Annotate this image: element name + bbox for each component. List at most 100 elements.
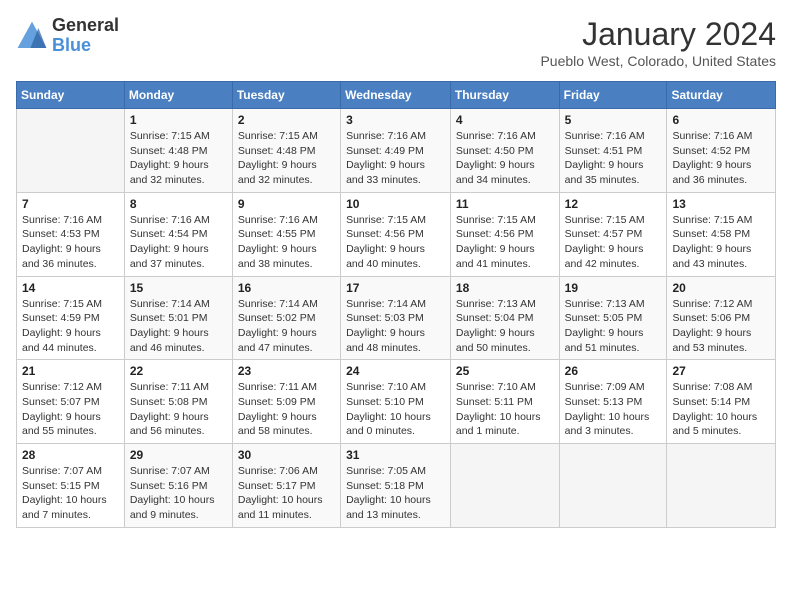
- day-cell: 13Sunrise: 7:15 AMSunset: 4:58 PMDayligh…: [667, 192, 776, 276]
- day-number: 19: [565, 281, 662, 295]
- day-cell: 4 Sunrise: 7:16 AMSunset: 4:50 PMDaylight…: [450, 109, 559, 193]
- day-info: Sunrise: 7:13 AMSunset: 5:04 PMDaylight:…: [456, 297, 554, 356]
- day-cell: 3 Sunrise: 7:16 AMSunset: 4:49 PMDaylight…: [341, 109, 451, 193]
- day-info: Sunrise: 7:14 AMSunset: 5:01 PMDaylight:…: [130, 297, 227, 356]
- day-info: Sunrise: 7:15 AMSunset: 4:56 PMDaylight:…: [346, 213, 445, 272]
- day-cell: 27 Sunrise: 7:08 AMSunset: 5:14 PMDayligh…: [667, 360, 776, 444]
- day-number: 2: [238, 113, 335, 127]
- day-info: Sunrise: 7:10 AMSunset: 5:11 PMDaylight:…: [456, 380, 554, 439]
- header-row: SundayMondayTuesdayWednesdayThursdayFrid…: [17, 82, 776, 109]
- day-info: Sunrise: 7:15 AMSunset: 4:56 PMDaylight:…: [456, 213, 554, 272]
- day-number: 18: [456, 281, 554, 295]
- day-number: 11: [456, 197, 554, 211]
- day-number: 25: [456, 364, 554, 378]
- day-info: Sunrise: 7:07 AMSunset: 5:16 PMDaylight:…: [130, 464, 227, 523]
- day-info: Sunrise: 7:12 AMSunset: 5:07 PMDaylight:…: [22, 380, 119, 439]
- day-cell: 9 Sunrise: 7:16 AMSunset: 4:55 PMDaylight…: [232, 192, 340, 276]
- day-header-thursday: Thursday: [450, 82, 559, 109]
- day-number: 16: [238, 281, 335, 295]
- day-number: 30: [238, 448, 335, 462]
- day-cell: 5 Sunrise: 7:16 AMSunset: 4:51 PMDaylight…: [559, 109, 667, 193]
- week-row-1: 1 Sunrise: 7:15 AMSunset: 4:48 PMDaylight…: [17, 109, 776, 193]
- day-info: Sunrise: 7:16 AMSunset: 4:50 PMDaylight:…: [456, 129, 554, 188]
- day-info: Sunrise: 7:07 AMSunset: 5:15 PMDaylight:…: [22, 464, 119, 523]
- week-row-4: 21 Sunrise: 7:12 AMSunset: 5:07 PMDayligh…: [17, 360, 776, 444]
- day-number: 14: [22, 281, 119, 295]
- day-cell: 6Sunrise: 7:16 AMSunset: 4:52 PMDaylight…: [667, 109, 776, 193]
- day-cell: 21 Sunrise: 7:12 AMSunset: 5:07 PMDayligh…: [17, 360, 125, 444]
- day-number: 5: [565, 113, 662, 127]
- page-header: General Blue January 2024 Pueblo West, C…: [16, 16, 776, 69]
- logo-blue: Blue: [52, 36, 119, 56]
- day-header-wednesday: Wednesday: [341, 82, 451, 109]
- day-cell: [559, 444, 667, 528]
- day-cell: 28 Sunrise: 7:07 AMSunset: 5:15 PMDayligh…: [17, 444, 125, 528]
- day-cell: 16 Sunrise: 7:14 AMSunset: 5:02 PMDayligh…: [232, 276, 340, 360]
- day-number: 21: [22, 364, 119, 378]
- week-row-3: 14 Sunrise: 7:15 AMSunset: 4:59 PMDayligh…: [17, 276, 776, 360]
- day-info: Sunrise: 7:15 AMSunset: 4:57 PMDaylight:…: [565, 213, 662, 272]
- day-info: Sunrise: 7:14 AMSunset: 5:02 PMDaylight:…: [238, 297, 335, 356]
- day-info: Sunrise: 7:09 AMSunset: 5:13 PMDaylight:…: [565, 380, 662, 439]
- day-cell: 8Sunrise: 7:16 AMSunset: 4:54 PMDaylight…: [124, 192, 232, 276]
- day-number: 3: [346, 113, 445, 127]
- day-cell: 10 Sunrise: 7:15 AMSunset: 4:56 PMDayligh…: [341, 192, 451, 276]
- day-cell: 19 Sunrise: 7:13 AMSunset: 5:05 PMDayligh…: [559, 276, 667, 360]
- day-info: Sunrise: 7:16 AMSunset: 4:49 PMDaylight:…: [346, 129, 445, 188]
- day-number: 9: [238, 197, 335, 211]
- day-number: 6: [672, 113, 770, 127]
- day-number: 7: [22, 197, 119, 211]
- day-info: Sunrise: 7:05 AMSunset: 5:18 PMDaylight:…: [346, 464, 445, 523]
- day-number: 23: [238, 364, 335, 378]
- day-cell: 30 Sunrise: 7:06 AMSunset: 5:17 PMDayligh…: [232, 444, 340, 528]
- day-info: Sunrise: 7:15 AMSunset: 4:59 PMDaylight:…: [22, 297, 119, 356]
- day-number: 24: [346, 364, 445, 378]
- location: Pueblo West, Colorado, United States: [540, 53, 776, 69]
- logo-icon: [16, 20, 48, 52]
- day-info: Sunrise: 7:10 AMSunset: 5:10 PMDaylight:…: [346, 380, 445, 439]
- day-header-friday: Friday: [559, 82, 667, 109]
- day-number: 8: [130, 197, 227, 211]
- day-info: Sunrise: 7:16 AMSunset: 4:51 PMDaylight:…: [565, 129, 662, 188]
- day-cell: 18 Sunrise: 7:13 AMSunset: 5:04 PMDayligh…: [450, 276, 559, 360]
- day-header-sunday: Sunday: [17, 82, 125, 109]
- day-cell: 24 Sunrise: 7:10 AMSunset: 5:10 PMDayligh…: [341, 360, 451, 444]
- day-number: 27: [672, 364, 770, 378]
- day-cell: 23Sunrise: 7:11 AMSunset: 5:09 PMDayligh…: [232, 360, 340, 444]
- day-info: Sunrise: 7:11 AMSunset: 5:08 PMDaylight:…: [130, 380, 227, 439]
- day-cell: 31 Sunrise: 7:05 AMSunset: 5:18 PMDayligh…: [341, 444, 451, 528]
- day-number: 1: [130, 113, 227, 127]
- day-cell: 11 Sunrise: 7:15 AMSunset: 4:56 PMDayligh…: [450, 192, 559, 276]
- day-info: Sunrise: 7:08 AMSunset: 5:14 PMDaylight:…: [672, 380, 770, 439]
- day-cell: 26Sunrise: 7:09 AMSunset: 5:13 PMDayligh…: [559, 360, 667, 444]
- day-info: Sunrise: 7:14 AMSunset: 5:03 PMDaylight:…: [346, 297, 445, 356]
- day-info: Sunrise: 7:15 AMSunset: 4:48 PMDaylight:…: [130, 129, 227, 188]
- day-cell: 20Sunrise: 7:12 AMSunset: 5:06 PMDayligh…: [667, 276, 776, 360]
- calendar-table: SundayMondayTuesdayWednesdayThursdayFrid…: [16, 81, 776, 528]
- day-number: 4: [456, 113, 554, 127]
- day-cell: 12Sunrise: 7:15 AMSunset: 4:57 PMDayligh…: [559, 192, 667, 276]
- day-info: Sunrise: 7:16 AMSunset: 4:55 PMDaylight:…: [238, 213, 335, 272]
- day-number: 20: [672, 281, 770, 295]
- day-number: 31: [346, 448, 445, 462]
- day-cell: [450, 444, 559, 528]
- day-cell: 22Sunrise: 7:11 AMSunset: 5:08 PMDayligh…: [124, 360, 232, 444]
- day-number: 15: [130, 281, 227, 295]
- day-info: Sunrise: 7:06 AMSunset: 5:17 PMDaylight:…: [238, 464, 335, 523]
- week-row-2: 7 Sunrise: 7:16 AMSunset: 4:53 PMDaylight…: [17, 192, 776, 276]
- day-header-saturday: Saturday: [667, 82, 776, 109]
- day-number: 10: [346, 197, 445, 211]
- day-cell: [667, 444, 776, 528]
- day-cell: 29 Sunrise: 7:07 AMSunset: 5:16 PMDayligh…: [124, 444, 232, 528]
- day-cell: 17Sunrise: 7:14 AMSunset: 5:03 PMDayligh…: [341, 276, 451, 360]
- day-header-monday: Monday: [124, 82, 232, 109]
- calendar-body: 1 Sunrise: 7:15 AMSunset: 4:48 PMDaylight…: [17, 109, 776, 528]
- day-info: Sunrise: 7:16 AMSunset: 4:53 PMDaylight:…: [22, 213, 119, 272]
- day-info: Sunrise: 7:13 AMSunset: 5:05 PMDaylight:…: [565, 297, 662, 356]
- logo-general: General: [52, 16, 119, 36]
- day-number: 28: [22, 448, 119, 462]
- logo: General Blue: [16, 16, 119, 56]
- day-cell: 1 Sunrise: 7:15 AMSunset: 4:48 PMDaylight…: [124, 109, 232, 193]
- logo-text: General Blue: [52, 16, 119, 56]
- day-number: 29: [130, 448, 227, 462]
